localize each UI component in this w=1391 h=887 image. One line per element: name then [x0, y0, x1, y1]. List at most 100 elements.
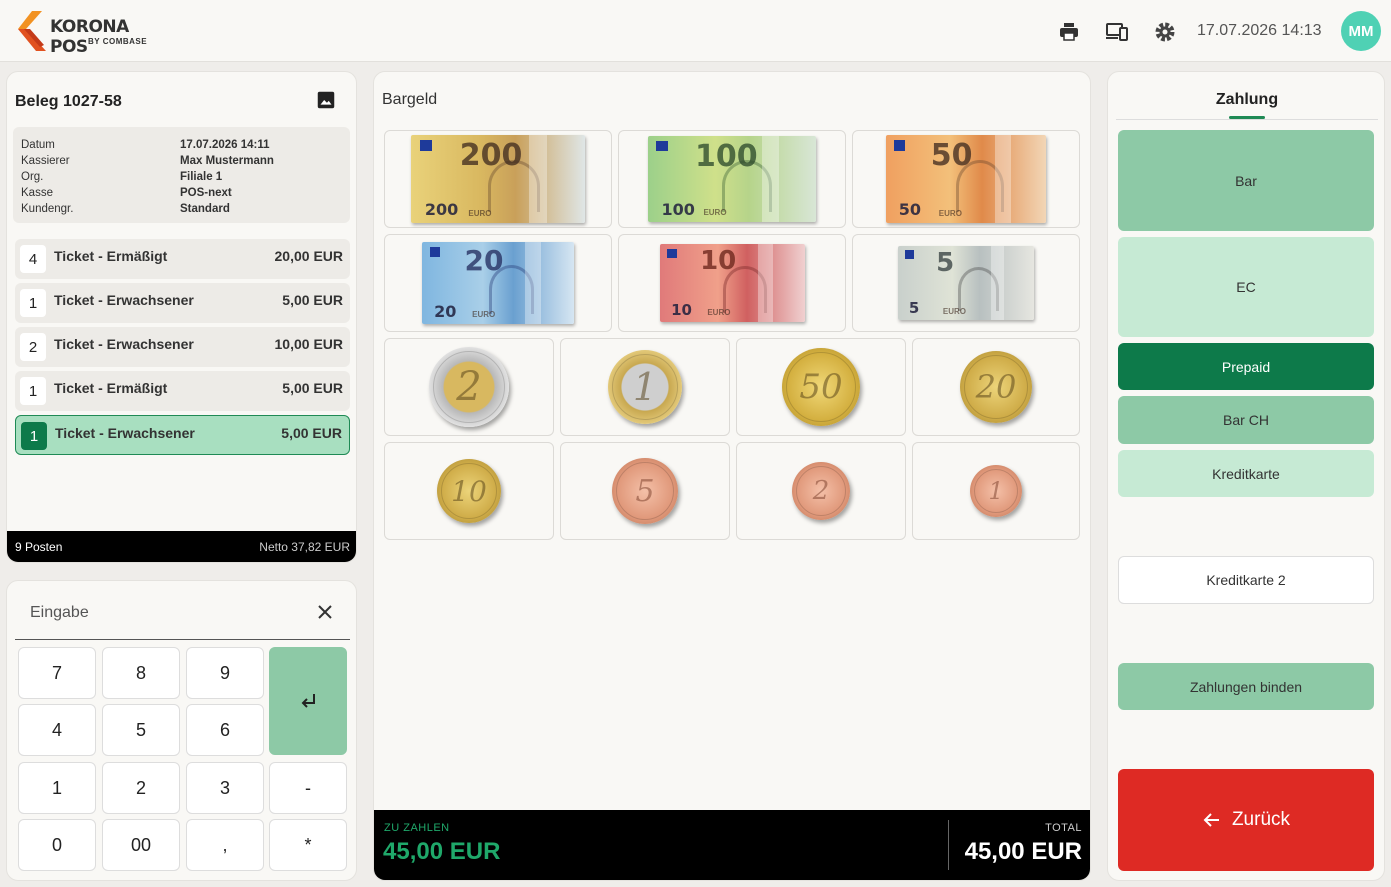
receipt-line-item[interactable]: 2 Ticket - Erwachsener 10,00 EUR [15, 327, 350, 367]
item-count: 9 Posten [15, 540, 63, 554]
info-label: Kundengr. [21, 203, 74, 215]
banknote-100-button[interactable]: 100 100 EURO [618, 130, 846, 228]
key-2[interactable]: 2 [102, 762, 180, 814]
payment-kreditkarte-button[interactable]: Kreditkarte [1118, 450, 1374, 497]
item-price: 5,00 EUR [282, 292, 343, 308]
korona-logo-icon [18, 11, 46, 51]
receipt-footer: 9 Posten Netto 37,82 EUR [7, 531, 356, 562]
coin-5-cent-button[interactable]: 5 [560, 442, 730, 540]
payment-bar-button[interactable]: Bar [1118, 130, 1374, 231]
coin-20-cent-button[interactable]: 20 [912, 338, 1080, 436]
devices-icon[interactable] [1105, 20, 1129, 44]
banknote-100-image: 100 100 EURO [648, 136, 816, 222]
close-icon[interactable] [316, 603, 334, 621]
cash-panel: Bargeld 200 200 EURO 100 100 EURO 50 50 … [373, 71, 1091, 881]
banknote-200-button[interactable]: 200 200 EURO [384, 130, 612, 228]
coin-2-euro-image: 2 [429, 347, 509, 427]
key-3[interactable]: 3 [186, 762, 264, 814]
back-button[interactable]: Zurück [1118, 769, 1374, 871]
key-0[interactable]: 0 [18, 819, 96, 871]
key-9[interactable]: 9 [186, 647, 264, 699]
banknote-20-button[interactable]: 20 20 EURO [384, 234, 612, 332]
user-avatar[interactable]: MM [1341, 11, 1381, 51]
info-value: Max Mustermann [180, 155, 274, 167]
banknote-value: 10 [671, 300, 692, 319]
enter-key[interactable] [269, 647, 347, 755]
key-1[interactable]: 1 [18, 762, 96, 814]
info-value: POS-next [180, 187, 232, 199]
banknote-50-image: 50 50 EURO [886, 135, 1046, 223]
banknote-value: 50 [930, 137, 973, 173]
payment-panel: Zahlung Bar EC Prepaid Bar CH Kreditkart… [1107, 71, 1385, 881]
coin-2-cent-button[interactable]: 2 [736, 442, 906, 540]
receipt-line-item[interactable]: 1 Ticket - Ermäßigt 5,00 EUR [15, 371, 350, 411]
banknote-value: 20 [464, 244, 504, 278]
item-price: 10,00 EUR [274, 336, 343, 352]
coin-10-cent-button[interactable]: 10 [384, 442, 554, 540]
banknote-value: 10 [700, 246, 737, 277]
item-quantity: 1 [20, 377, 46, 405]
cash-title: Bargeld [382, 91, 438, 108]
payment-kreditkarte-2-button[interactable]: Kreditkarte 2 [1118, 556, 1374, 604]
image-icon[interactable] [315, 89, 337, 111]
receipt-info: Datum 17.07.2026 14:11 Kassierer Max Muste… [13, 127, 350, 223]
info-value: 17.07.2026 14:11 [180, 139, 270, 151]
key-00[interactable]: 00 [102, 819, 180, 871]
banknote-value: 50 [898, 200, 922, 220]
key-5[interactable]: 5 [102, 704, 180, 756]
receipt-title: Beleg 1027-58 [15, 93, 122, 110]
enter-icon [301, 694, 315, 708]
banknote-value: 5 [908, 299, 920, 318]
input-field[interactable]: Eingabe [30, 604, 89, 622]
receipt-line-item[interactable]: 4 Ticket - Ermäßigt 20,00 EUR [15, 239, 350, 279]
key-6[interactable]: 6 [186, 704, 264, 756]
key-multiply[interactable]: * [269, 819, 347, 871]
banknote-value: 5 [936, 248, 955, 279]
item-quantity: 1 [20, 289, 46, 317]
coin-1-cent-button[interactable]: 1 [912, 442, 1080, 540]
payment-prepaid-button[interactable]: Prepaid [1118, 343, 1374, 390]
bind-payments-button[interactable]: Zahlungen binden [1118, 663, 1374, 710]
info-label: Org. [21, 171, 44, 183]
banknote-10-image: 10 10 EURO [659, 244, 805, 322]
key-8[interactable]: 8 [102, 647, 180, 699]
item-name: Ticket - Erwachsener [54, 292, 194, 308]
item-price: 5,00 EUR [282, 380, 343, 396]
key-7[interactable]: 7 [18, 647, 96, 699]
coin-10-cent-image: 10 [437, 459, 501, 523]
keypad-panel: Eingabe 7 8 9 4 5 6 1 2 3 - 0 00 , * [6, 580, 357, 881]
receipt-line-item-selected[interactable]: 1 Ticket - Erwachsener 5,00 EUR [15, 415, 350, 455]
key-comma[interactable]: , [186, 819, 264, 871]
tab-zahlung[interactable]: Zahlung [1108, 91, 1386, 109]
tab-divider [1116, 119, 1378, 120]
key-4[interactable]: 4 [18, 704, 96, 756]
coin-1-euro-button[interactable]: 1 [560, 338, 730, 436]
banknote-5-button[interactable]: 5 5 EURO [852, 234, 1080, 332]
amount-due-label: ZU ZAHLEN [384, 822, 450, 834]
info-value: Filiale 1 [180, 171, 223, 183]
banknote-value: 200 [424, 200, 459, 220]
amount-due-value: 45,00 EUR [383, 838, 501, 865]
receipt-line-item[interactable]: 1 Ticket - Erwachsener 5,00 EUR [15, 283, 350, 323]
banknote-5-image: 5 5 EURO [898, 246, 1034, 320]
info-value: Standard [180, 203, 230, 215]
payment-ec-button[interactable]: EC [1118, 237, 1374, 337]
banknote-50-button[interactable]: 50 50 EURO [852, 130, 1080, 228]
receipt-panel: Beleg 1027-58 Datum 17.07.2026 14:11 Kass… [6, 71, 357, 563]
banknote-10-button[interactable]: 10 10 EURO [618, 234, 846, 332]
back-button-label: Zurück [1231, 809, 1291, 830]
net-total: Netto 37,82 EUR [259, 540, 350, 554]
banknote-value: 200 [459, 137, 523, 173]
app-subtitle: BY COMBASE [88, 37, 148, 46]
payment-bar-ch-button[interactable]: Bar CH [1118, 396, 1374, 444]
item-quantity: 1 [21, 422, 47, 450]
coin-50-cent-button[interactable]: 50 [736, 338, 906, 436]
coin-2-euro-button[interactable]: 2 [384, 338, 554, 436]
current-datetime: 17.07.2026 14:13 [1197, 22, 1322, 39]
print-icon[interactable] [1057, 20, 1081, 44]
footer-divider [948, 820, 949, 870]
settings-gear-icon[interactable] [1153, 20, 1177, 44]
key-minus[interactable]: - [269, 762, 347, 814]
item-quantity: 2 [20, 333, 46, 361]
input-underline [15, 639, 350, 640]
